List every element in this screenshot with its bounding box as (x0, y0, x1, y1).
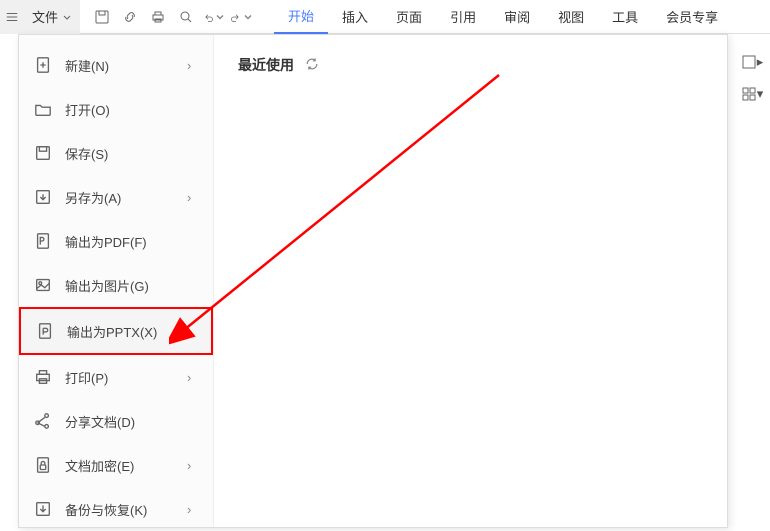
lock-icon (33, 455, 53, 475)
sidebar-label: 文档加密(E) (65, 456, 187, 475)
tab-page[interactable]: 页面 (382, 0, 436, 34)
chevron-right-icon: › (187, 502, 199, 517)
recent-label: 最近使用 (238, 55, 294, 75)
file-menu-label: 文件 (32, 7, 58, 26)
chevron-right-icon: › (187, 190, 199, 205)
right-tool-2[interactable]: ▾ (740, 82, 764, 106)
tab-start[interactable]: 开始 (274, 0, 328, 34)
tab-insert[interactable]: 插入 (328, 0, 382, 34)
folder-icon (33, 99, 53, 119)
file-content-area: 最近使用 (214, 35, 727, 527)
new-file-icon (33, 55, 53, 75)
tab-review[interactable]: 审阅 (490, 0, 544, 34)
save-file-icon (33, 143, 53, 163)
annotation-arrow (169, 65, 509, 345)
link-icon[interactable] (118, 5, 142, 29)
sidebar-label: 输出为PPTX(X) (67, 322, 197, 341)
right-tool-1[interactable]: ▸ (740, 50, 764, 74)
preview-icon[interactable] (174, 5, 198, 29)
sidebar-label: 输出为PDF(F) (65, 232, 199, 251)
sidebar-label: 保存(S) (65, 144, 199, 163)
refresh-icon[interactable] (304, 56, 322, 74)
sidebar-item-share[interactable]: 分享文档(D) (19, 399, 213, 443)
hamburger-icon[interactable] (0, 0, 24, 34)
sidebar-label: 分享文档(D) (65, 412, 199, 431)
printer-icon (33, 367, 53, 387)
tab-tools[interactable]: 工具 (598, 0, 652, 34)
sidebar-label: 新建(N) (65, 56, 187, 75)
right-side-toolbar: ▸ ▾ (734, 44, 770, 112)
redo-icon[interactable] (230, 5, 254, 29)
file-menu-sidebar: 新建(N) › 打开(O) 保存(S) 另存为(A) › 输出为PDF(F) 输… (19, 35, 214, 527)
print-icon[interactable] (146, 5, 170, 29)
sidebar-label: 输出为图片(G) (65, 276, 199, 295)
tab-reference[interactable]: 引用 (436, 0, 490, 34)
share-icon (33, 411, 53, 431)
tab-member[interactable]: 会员专享 (652, 0, 732, 34)
pdf-icon (33, 231, 53, 251)
file-dropdown-panel: 新建(N) › 打开(O) 保存(S) 另存为(A) › 输出为PDF(F) 输… (18, 34, 728, 528)
backup-icon (33, 499, 53, 519)
undo-icon[interactable] (202, 5, 226, 29)
image-icon (33, 275, 53, 295)
sidebar-item-export-pdf[interactable]: 输出为PDF(F) (19, 219, 213, 263)
sidebar-item-saveas[interactable]: 另存为(A) › (19, 175, 213, 219)
ribbon-tabs: 开始 插入 页面 引用 审阅 视图 工具 会员专享 (274, 0, 732, 34)
sidebar-item-export-img[interactable]: 输出为图片(G) (19, 263, 213, 307)
pptx-icon (35, 321, 55, 341)
top-toolbar: 文件 开始 插入 页面 引用 审阅 视图 工具 会员专享 (0, 0, 770, 34)
sidebar-item-print[interactable]: 打印(P) › (19, 355, 213, 399)
chevron-right-icon: › (187, 458, 199, 473)
sidebar-item-export-pptx[interactable]: 输出为PPTX(X) (19, 307, 213, 355)
sidebar-item-new[interactable]: 新建(N) › (19, 43, 213, 87)
sidebar-label: 备份与恢复(K) (65, 500, 187, 519)
chevron-right-icon: › (187, 370, 199, 385)
chevron-right-icon: › (187, 58, 199, 73)
sidebar-item-save[interactable]: 保存(S) (19, 131, 213, 175)
sidebar-label: 打开(O) (65, 100, 199, 119)
recent-header: 最近使用 (238, 55, 703, 75)
save-icon[interactable] (90, 5, 114, 29)
saveas-icon (33, 187, 53, 207)
sidebar-label: 另存为(A) (65, 188, 187, 207)
sidebar-label: 打印(P) (65, 368, 187, 387)
quick-access-toolbar (90, 5, 254, 29)
sidebar-item-backup[interactable]: 备份与恢复(K) › (19, 487, 213, 531)
tab-view[interactable]: 视图 (544, 0, 598, 34)
sidebar-item-open[interactable]: 打开(O) (19, 87, 213, 131)
file-menu-button[interactable]: 文件 (24, 0, 80, 34)
sidebar-item-encrypt[interactable]: 文档加密(E) › (19, 443, 213, 487)
